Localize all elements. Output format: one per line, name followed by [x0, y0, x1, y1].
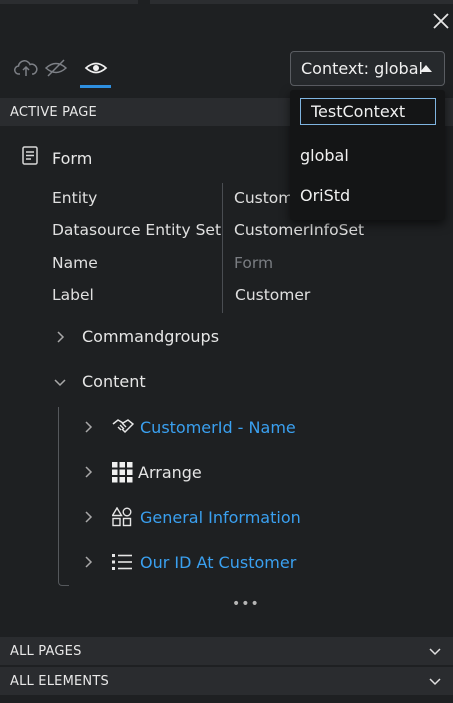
context-search-input[interactable]: [300, 98, 436, 125]
property-divider: [222, 183, 223, 313]
property-key-name: Name: [52, 254, 98, 272]
property-value-label[interactable]: Customer: [235, 286, 310, 304]
tab-strip-segment[interactable]: [150, 0, 453, 4]
eye-slash-icon[interactable]: [44, 57, 68, 79]
chevron-right-icon[interactable]: [80, 554, 96, 570]
tree-node-commandgroups[interactable]: Commandgroups: [52, 327, 219, 346]
tree-node-label: Arrange: [138, 462, 202, 482]
properties-panel: Context: global ACTIVE PAGE Form Entity …: [0, 0, 453, 703]
more-options-button[interactable]: •••: [232, 596, 260, 612]
handshake-icon: [112, 417, 134, 437]
tree-node-customerid-name[interactable]: CustomerId - Name: [80, 417, 296, 437]
property-key-datasource: Datasource Entity Set: [52, 221, 222, 239]
list-icon: [112, 552, 134, 572]
property-value-name[interactable]: Form: [234, 254, 273, 272]
tree-node-our-id-at-customer[interactable]: Our ID At Customer: [80, 552, 296, 572]
tree-node-arrange[interactable]: Arrange: [80, 461, 202, 482]
chevron-right-icon[interactable]: [80, 419, 96, 435]
property-key-entity: Entity: [52, 189, 98, 207]
property-value-datasource[interactable]: CustomerInfoSet: [234, 221, 364, 239]
chevron-right-icon[interactable]: [52, 329, 68, 345]
cloud-upload-icon[interactable]: [14, 57, 38, 79]
context-select-label: Context: global: [301, 59, 423, 78]
context-option-global[interactable]: global: [300, 146, 349, 165]
tree-node-general-information[interactable]: General Information: [80, 507, 301, 527]
tree-node-label[interactable]: Our ID At Customer: [140, 553, 296, 572]
tree-node-content[interactable]: Content: [52, 372, 146, 391]
shapes-icon: [112, 507, 134, 527]
top-tab-strip: [0, 0, 453, 6]
tree-node-label[interactable]: General Information: [140, 508, 301, 527]
active-page-label: ACTIVE PAGE: [10, 104, 97, 120]
chevron-right-icon[interactable]: [80, 464, 96, 480]
grid-icon: [112, 461, 134, 482]
all-elements-label: ALL ELEMENTS: [10, 673, 109, 689]
tree-node-label[interactable]: CustomerId - Name: [140, 418, 296, 437]
eye-icon[interactable]: [84, 57, 108, 79]
chevron-down-icon[interactable]: [429, 675, 441, 690]
form-icon: [20, 145, 40, 171]
all-elements-header[interactable]: ALL ELEMENTS: [0, 667, 453, 695]
property-key-label: Label: [52, 286, 94, 304]
form-node[interactable]: Form: [20, 145, 92, 171]
context-dropdown: global OriStd: [290, 90, 445, 220]
active-tab-indicator: [80, 85, 111, 88]
caret-up-icon: [420, 65, 432, 72]
form-title: Form: [52, 148, 93, 168]
chevron-down-icon[interactable]: [429, 645, 441, 660]
all-pages-label: ALL PAGES: [10, 643, 82, 659]
context-option-oristd[interactable]: OriStd: [300, 186, 350, 205]
tree-guide-line: [58, 407, 69, 586]
context-select[interactable]: Context: global: [290, 51, 445, 86]
all-pages-header[interactable]: ALL PAGES: [0, 637, 453, 665]
tree-node-label: Content: [82, 372, 146, 391]
tree-node-label: Commandgroups: [82, 327, 220, 346]
chevron-down-icon[interactable]: [52, 374, 68, 390]
close-icon[interactable]: [430, 10, 452, 32]
chevron-right-icon[interactable]: [80, 509, 96, 525]
tab-strip-segment[interactable]: [0, 0, 138, 4]
property-value-entity[interactable]: Custom: [234, 189, 293, 207]
